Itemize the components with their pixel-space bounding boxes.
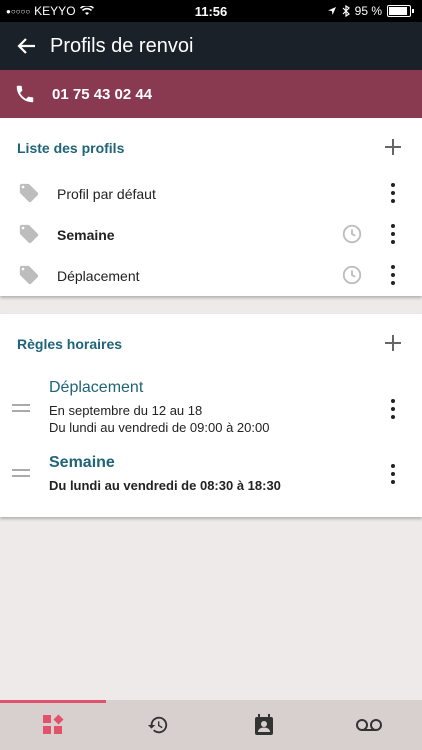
more-options-icon[interactable] xyxy=(386,399,400,419)
nav-profiles[interactable] xyxy=(0,700,106,750)
rules-title: Règles horaires xyxy=(17,336,123,352)
rule-title: Déplacement xyxy=(49,379,144,396)
arrow-back-icon[interactable] xyxy=(14,34,38,58)
clock-icon xyxy=(342,265,362,285)
add-profile-button[interactable] xyxy=(384,138,402,156)
rules-card: Règles horaires Déplacement En septembre… xyxy=(0,314,422,517)
phone-icon xyxy=(16,85,34,103)
rule-title: Semaine xyxy=(49,454,115,471)
rule-item[interactable]: Semaine Du lundi au vendredi de 08:30 à … xyxy=(0,445,422,505)
bluetooth-icon xyxy=(342,5,350,17)
profiles-title: Liste des profils xyxy=(17,140,125,156)
rule-item[interactable]: Déplacement En septembre du 12 au 18 Du … xyxy=(0,370,422,445)
status-bar: ●○○○○ KEYYO 11:56 95 % xyxy=(0,0,422,22)
drag-handle-icon[interactable] xyxy=(12,469,30,481)
nav-history[interactable] xyxy=(106,700,212,750)
profile-row[interactable]: Déplacement xyxy=(0,256,422,297)
more-options-icon[interactable] xyxy=(386,265,400,285)
battery-icon xyxy=(387,5,411,17)
phone-number: 01 75 43 02 44 xyxy=(52,85,153,103)
rule-line: Du lundi au vendredi de 08:30 à 18:30 xyxy=(49,478,281,493)
tag-icon xyxy=(19,265,39,285)
rule-line: Du lundi au vendredi de 09:00 à 20:00 xyxy=(49,420,270,435)
app-bar: Profils de renvoi xyxy=(0,22,422,70)
profiles-grid-icon xyxy=(42,714,64,734)
drag-handle-icon[interactable] xyxy=(12,404,30,416)
contacts-icon xyxy=(254,714,273,735)
history-icon xyxy=(148,716,168,734)
nav-contacts[interactable] xyxy=(211,700,317,750)
profile-label: Déplacement xyxy=(57,268,140,284)
location-icon xyxy=(327,7,336,15)
clock-icon xyxy=(342,224,362,244)
phone-banner: 01 75 43 02 44 xyxy=(0,70,422,118)
nav-voicemail[interactable] xyxy=(317,700,422,750)
rule-line: En septembre du 12 au 18 xyxy=(49,403,203,418)
profile-label: Profil par défaut xyxy=(57,186,156,202)
more-options-icon[interactable] xyxy=(386,464,400,484)
tag-icon xyxy=(19,224,39,244)
voicemail-icon xyxy=(356,719,383,731)
page-title: Profils de renvoi xyxy=(50,34,194,57)
profile-row[interactable]: Profil par défaut xyxy=(0,174,422,215)
profiles-card: Liste des profils Profil par défaut Sema… xyxy=(0,118,422,296)
profile-row[interactable]: Semaine xyxy=(0,215,422,256)
profile-label: Semaine xyxy=(57,227,115,243)
tag-icon xyxy=(19,183,39,203)
more-options-icon[interactable] xyxy=(386,224,400,244)
add-rule-button[interactable] xyxy=(384,334,402,352)
battery-percent: 95 % xyxy=(354,4,382,18)
bottom-navigation xyxy=(0,700,422,750)
more-options-icon[interactable] xyxy=(386,183,400,203)
